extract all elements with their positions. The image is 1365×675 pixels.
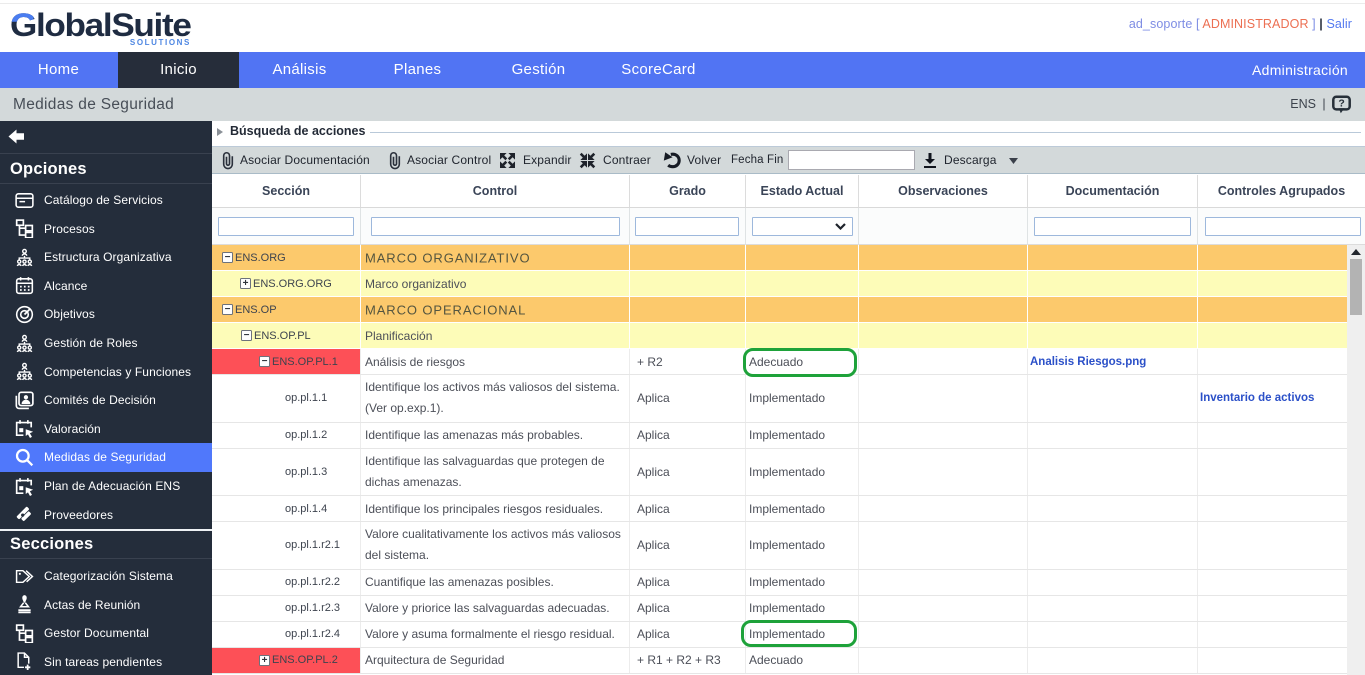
svg-text:?: ?: [1338, 97, 1344, 109]
